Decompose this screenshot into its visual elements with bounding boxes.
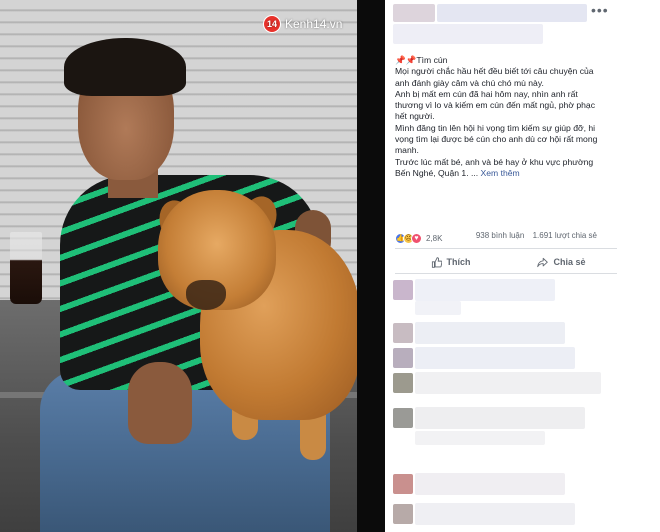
post-photo[interactable]: 14 Kenh14.vn xyxy=(0,0,357,532)
blurred-comment-text xyxy=(415,301,461,315)
post-paragraph-last: Trước lúc mất bé, anh và bé hay ở khu vự… xyxy=(395,157,607,180)
man-hair xyxy=(64,38,186,96)
post-paragraph: Mình đăng tin lên hội hi vọng tìm kiếm s… xyxy=(395,122,598,156)
share-arrow-icon xyxy=(537,257,549,267)
blurred-comment-avatar xyxy=(393,323,413,343)
engagement-stats: 938 bình luận 1.691 lượt chia sẻ xyxy=(470,231,597,240)
blurred-comment-avatar xyxy=(393,373,413,393)
blurred-comment-text xyxy=(415,279,555,301)
blurred-comment-text xyxy=(415,347,575,369)
blurred-author-avatar xyxy=(393,4,435,22)
blurred-comment-text xyxy=(415,322,565,344)
love-icon[interactable]: ♥ xyxy=(411,232,422,244)
blurred-comment-text xyxy=(415,503,575,525)
blurred-comment-text xyxy=(415,473,565,495)
man-hand xyxy=(128,362,192,444)
kenh14-logo-icon: 14 xyxy=(263,15,281,33)
post-body: 📌📌Tìm cún Mọi người chắc hầu hết đều biế… xyxy=(395,55,607,179)
see-more-link[interactable]: Xem thêm xyxy=(481,168,520,178)
post-actions: Thích Chia sẻ xyxy=(395,252,617,272)
divider-line xyxy=(395,273,617,274)
post-paragraph: Anh bị mất em cún đã hai hôm nay, nhìn a… xyxy=(395,88,595,122)
comment-count[interactable]: 938 bình luận xyxy=(476,231,525,240)
like-button[interactable]: Thích xyxy=(395,252,506,272)
blurred-comment-avatar xyxy=(393,504,413,524)
blurred-comment-text xyxy=(415,431,545,445)
blurred-comment-text xyxy=(415,372,601,394)
post-paragraph: Mọi người chắc hầu hết đều biết tới câu … xyxy=(395,66,594,88)
share-label: Chia sẻ xyxy=(553,257,586,267)
blurred-comment-avatar xyxy=(393,408,413,428)
share-button[interactable]: Chia sẻ xyxy=(506,252,617,272)
share-count[interactable]: 1.691 lượt chia sẻ xyxy=(533,231,597,240)
post-heading: 📌📌Tìm cún xyxy=(395,55,607,66)
dog-snout xyxy=(186,280,226,310)
pushpin-icon: 📌📌 xyxy=(395,55,417,65)
iced-coffee-cup xyxy=(10,232,42,304)
blurred-comment-avatar xyxy=(393,474,413,494)
post-heading-text: Tìm cún xyxy=(416,55,448,65)
thumbs-up-icon xyxy=(431,256,442,268)
reaction-count[interactable]: 2,8K xyxy=(426,234,442,243)
watermark-text: Kenh14.vn xyxy=(285,17,343,31)
post-side-panel: ••• 📌📌Tìm cún Mọi người chắc hầu hết đều… xyxy=(385,0,660,532)
more-options-icon[interactable]: ••• xyxy=(591,3,609,17)
blurred-author-meta xyxy=(393,24,543,44)
blurred-comment-avatar xyxy=(393,348,413,368)
blurred-comment-avatar xyxy=(393,280,413,300)
kenh14-watermark: 14 Kenh14.vn xyxy=(263,14,342,34)
reactions-bar: 👍 ☹ ♥ 2,8K 938 bình luận 1.691 lượt chia… xyxy=(395,231,655,245)
blurred-comment-text xyxy=(415,407,585,429)
panel-divider xyxy=(357,0,385,532)
like-label: Thích xyxy=(446,257,471,267)
blurred-author-name xyxy=(437,4,587,22)
divider-line xyxy=(395,248,617,249)
